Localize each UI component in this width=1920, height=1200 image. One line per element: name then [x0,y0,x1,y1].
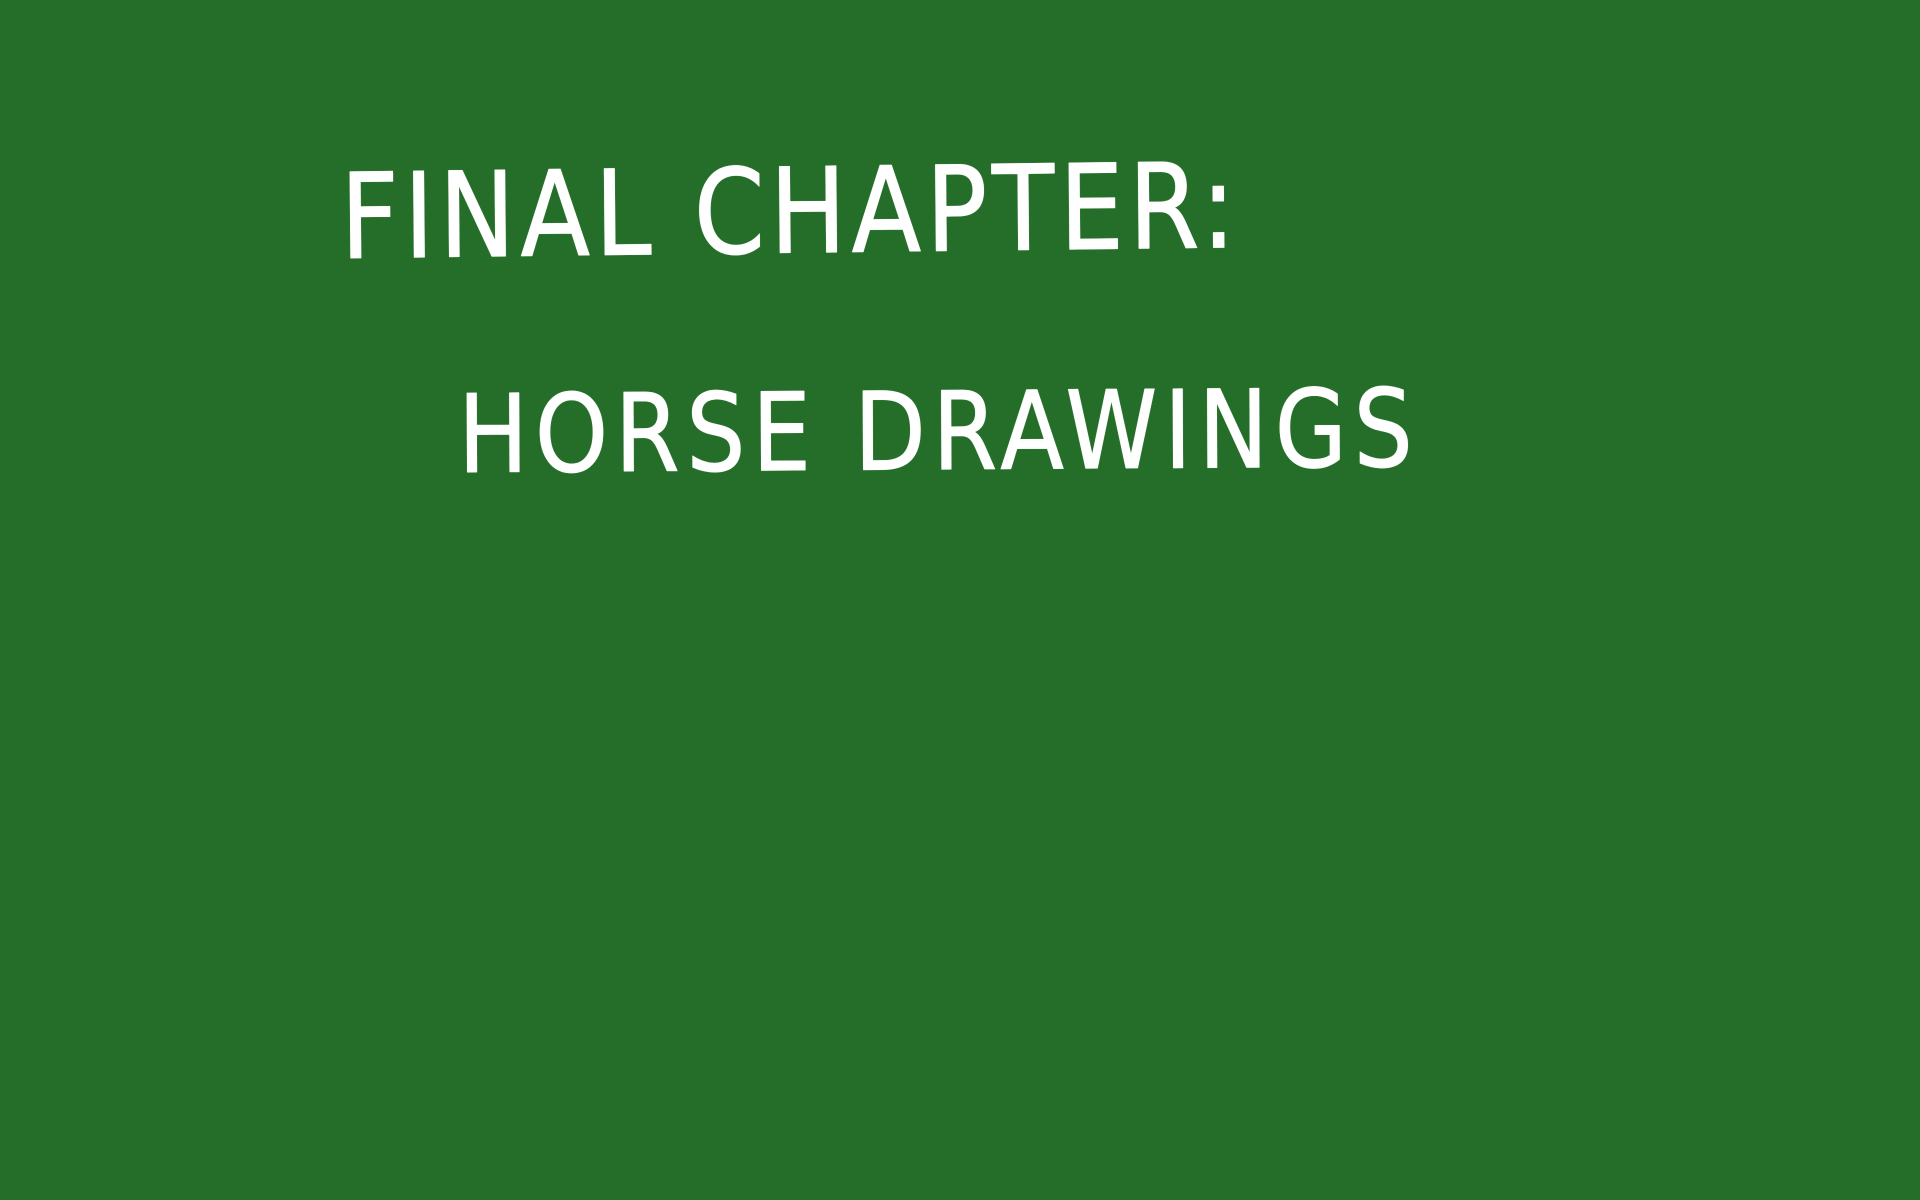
title-line-1: FINAL CHAPTER: [339,137,1242,287]
title-line-2: HORSE DRAWINGS [457,367,1420,499]
chalkboard-slide: FINAL CHAPTER: HORSE DRAWINGS [0,0,1920,1200]
